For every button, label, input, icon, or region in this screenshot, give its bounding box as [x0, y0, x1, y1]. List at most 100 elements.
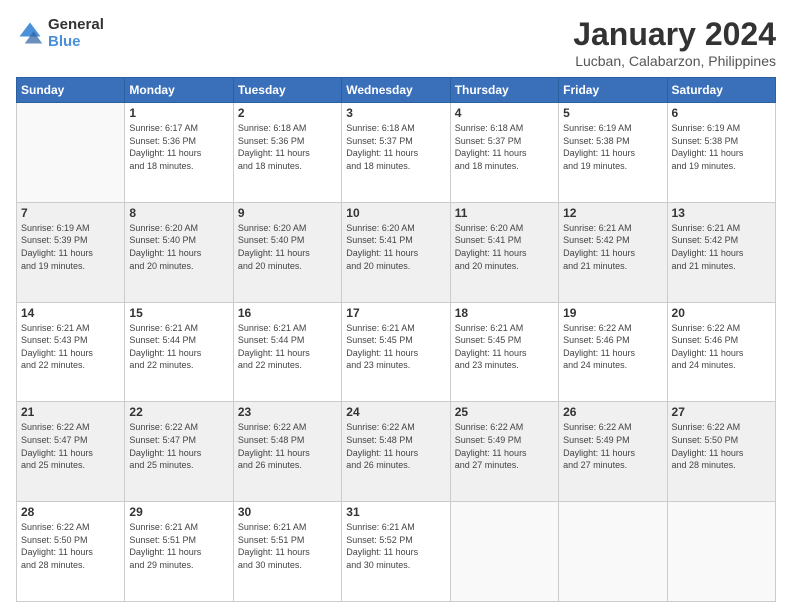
calendar-cell: 19 Sunrise: 6:22 AM Sunset: 5:46 PM Dayli…: [559, 302, 667, 402]
day-number: 9: [238, 206, 337, 220]
calendar-week-row: 7 Sunrise: 6:19 AM Sunset: 5:39 PM Daylig…: [17, 202, 776, 302]
day-detail: Sunrise: 6:20 AM Sunset: 5:41 PM Dayligh…: [346, 222, 445, 272]
calendar-cell: 17 Sunrise: 6:21 AM Sunset: 5:45 PM Dayli…: [342, 302, 450, 402]
weekday-header: Tuesday: [233, 78, 341, 103]
day-detail: Sunrise: 6:21 AM Sunset: 5:45 PM Dayligh…: [346, 322, 445, 372]
month-title: January 2024: [573, 16, 776, 53]
day-detail: Sunrise: 6:19 AM Sunset: 5:38 PM Dayligh…: [563, 122, 662, 172]
calendar-cell: 12Sunrise: 6:21 AM Sunset: 5:42 PM Dayli…: [559, 202, 667, 302]
day-number: 25: [455, 405, 554, 419]
day-detail: Sunrise: 6:22 AM Sunset: 5:47 PM Dayligh…: [129, 421, 228, 471]
weekday-header: Friday: [559, 78, 667, 103]
location: Lucban, Calabarzon, Philippines: [573, 53, 776, 69]
day-number: 26: [563, 405, 662, 419]
calendar-header-row: SundayMondayTuesdayWednesdayThursdayFrid…: [17, 78, 776, 103]
day-number: 20: [672, 306, 771, 320]
day-detail: Sunrise: 6:20 AM Sunset: 5:41 PM Dayligh…: [455, 222, 554, 272]
calendar-week-row: 14 Sunrise: 6:21 AM Sunset: 5:43 PM Dayli…: [17, 302, 776, 402]
calendar-cell: [450, 502, 558, 602]
weekday-header: Wednesday: [342, 78, 450, 103]
calendar-cell: 11 Sunrise: 6:20 AM Sunset: 5:41 PM Dayli…: [450, 202, 558, 302]
calendar-cell: 10 Sunrise: 6:20 AM Sunset: 5:41 PM Dayli…: [342, 202, 450, 302]
calendar-cell: [667, 502, 775, 602]
logo-text: General Blue: [48, 16, 104, 50]
day-number: 5: [563, 106, 662, 120]
day-detail: Sunrise: 6:21 AM Sunset: 5:42 PM Dayligh…: [563, 222, 662, 272]
day-detail: Sunrise: 6:18 AM Sunset: 5:36 PM Dayligh…: [238, 122, 337, 172]
day-number: 15: [129, 306, 228, 320]
calendar-body: 1Sunrise: 6:17 AM Sunset: 5:36 PM Daylig…: [17, 103, 776, 602]
calendar-cell: 8Sunrise: 6:20 AM Sunset: 5:40 PM Daylig…: [125, 202, 233, 302]
day-detail: Sunrise: 6:22 AM Sunset: 5:50 PM Dayligh…: [21, 521, 120, 571]
calendar-cell: 24Sunrise: 6:22 AM Sunset: 5:48 PM Dayli…: [342, 402, 450, 502]
calendar-cell: 29Sunrise: 6:21 AM Sunset: 5:51 PM Dayli…: [125, 502, 233, 602]
day-number: 30: [238, 505, 337, 519]
day-number: 17: [346, 306, 445, 320]
day-detail: Sunrise: 6:22 AM Sunset: 5:49 PM Dayligh…: [563, 421, 662, 471]
day-detail: Sunrise: 6:21 AM Sunset: 5:51 PM Dayligh…: [129, 521, 228, 571]
calendar-cell: 16 Sunrise: 6:21 AM Sunset: 5:44 PM Dayli…: [233, 302, 341, 402]
calendar-cell: 15 Sunrise: 6:21 AM Sunset: 5:44 PM Dayli…: [125, 302, 233, 402]
day-detail: Sunrise: 6:19 AM Sunset: 5:38 PM Dayligh…: [672, 122, 771, 172]
weekday-header: Sunday: [17, 78, 125, 103]
day-detail: Sunrise: 6:18 AM Sunset: 5:37 PM Dayligh…: [346, 122, 445, 172]
day-number: 22: [129, 405, 228, 419]
day-number: 1: [129, 106, 228, 120]
day-number: 23: [238, 405, 337, 419]
calendar-cell: 27 Sunrise: 6:22 AM Sunset: 5:50 PM Dayli…: [667, 402, 775, 502]
day-number: 19: [563, 306, 662, 320]
day-number: 27: [672, 405, 771, 419]
logo: General Blue: [16, 16, 104, 50]
day-number: 21: [21, 405, 120, 419]
day-detail: Sunrise: 6:19 AM Sunset: 5:39 PM Dayligh…: [21, 222, 120, 272]
day-detail: Sunrise: 6:22 AM Sunset: 5:46 PM Dayligh…: [672, 322, 771, 372]
day-detail: Sunrise: 6:20 AM Sunset: 5:40 PM Dayligh…: [238, 222, 337, 272]
calendar-cell: 25Sunrise: 6:22 AM Sunset: 5:49 PM Dayli…: [450, 402, 558, 502]
calendar-cell: 20 Sunrise: 6:22 AM Sunset: 5:46 PM Dayli…: [667, 302, 775, 402]
day-detail: Sunrise: 6:21 AM Sunset: 5:52 PM Dayligh…: [346, 521, 445, 571]
calendar-cell: 28 Sunrise: 6:22 AM Sunset: 5:50 PM Dayli…: [17, 502, 125, 602]
day-number: 6: [672, 106, 771, 120]
day-number: 18: [455, 306, 554, 320]
calendar-cell: 3 Sunrise: 6:18 AM Sunset: 5:37 PM Daylig…: [342, 103, 450, 203]
calendar-cell: 2 Sunrise: 6:18 AM Sunset: 5:36 PM Daylig…: [233, 103, 341, 203]
page: General Blue January 2024 Lucban, Calaba…: [0, 0, 792, 612]
calendar-cell: 31Sunrise: 6:21 AM Sunset: 5:52 PM Dayli…: [342, 502, 450, 602]
calendar-cell: 18 Sunrise: 6:21 AM Sunset: 5:45 PM Dayli…: [450, 302, 558, 402]
weekday-header: Saturday: [667, 78, 775, 103]
day-number: 3: [346, 106, 445, 120]
day-detail: Sunrise: 6:21 AM Sunset: 5:43 PM Dayligh…: [21, 322, 120, 372]
day-detail: Sunrise: 6:22 AM Sunset: 5:48 PM Dayligh…: [238, 421, 337, 471]
calendar-cell: 22 Sunrise: 6:22 AM Sunset: 5:47 PM Dayli…: [125, 402, 233, 502]
calendar-cell: [17, 103, 125, 203]
logo-icon: [16, 19, 44, 47]
title-block: January 2024 Lucban, Calabarzon, Philipp…: [573, 16, 776, 69]
day-detail: Sunrise: 6:22 AM Sunset: 5:47 PM Dayligh…: [21, 421, 120, 471]
day-detail: Sunrise: 6:22 AM Sunset: 5:50 PM Dayligh…: [672, 421, 771, 471]
calendar-week-row: 28 Sunrise: 6:22 AM Sunset: 5:50 PM Dayli…: [17, 502, 776, 602]
day-detail: Sunrise: 6:21 AM Sunset: 5:44 PM Dayligh…: [238, 322, 337, 372]
day-detail: Sunrise: 6:21 AM Sunset: 5:44 PM Dayligh…: [129, 322, 228, 372]
calendar-cell: 14 Sunrise: 6:21 AM Sunset: 5:43 PM Dayli…: [17, 302, 125, 402]
calendar-cell: 30 Sunrise: 6:21 AM Sunset: 5:51 PM Dayli…: [233, 502, 341, 602]
day-detail: Sunrise: 6:22 AM Sunset: 5:46 PM Dayligh…: [563, 322, 662, 372]
day-number: 2: [238, 106, 337, 120]
day-number: 14: [21, 306, 120, 320]
calendar-cell: [559, 502, 667, 602]
day-number: 11: [455, 206, 554, 220]
calendar-week-row: 21 Sunrise: 6:22 AM Sunset: 5:47 PM Dayli…: [17, 402, 776, 502]
calendar-cell: 1Sunrise: 6:17 AM Sunset: 5:36 PM Daylig…: [125, 103, 233, 203]
day-detail: Sunrise: 6:20 AM Sunset: 5:40 PM Dayligh…: [129, 222, 228, 272]
calendar-cell: 6 Sunrise: 6:19 AM Sunset: 5:38 PM Daylig…: [667, 103, 775, 203]
day-detail: Sunrise: 6:21 AM Sunset: 5:51 PM Dayligh…: [238, 521, 337, 571]
calendar-cell: 21 Sunrise: 6:22 AM Sunset: 5:47 PM Dayli…: [17, 402, 125, 502]
day-number: 16: [238, 306, 337, 320]
calendar-cell: 9 Sunrise: 6:20 AM Sunset: 5:40 PM Daylig…: [233, 202, 341, 302]
calendar-cell: 23 Sunrise: 6:22 AM Sunset: 5:48 PM Dayli…: [233, 402, 341, 502]
day-detail: Sunrise: 6:21 AM Sunset: 5:45 PM Dayligh…: [455, 322, 554, 372]
day-number: 28: [21, 505, 120, 519]
day-number: 10: [346, 206, 445, 220]
weekday-header: Monday: [125, 78, 233, 103]
day-number: 7: [21, 206, 120, 220]
header: General Blue January 2024 Lucban, Calaba…: [16, 16, 776, 69]
